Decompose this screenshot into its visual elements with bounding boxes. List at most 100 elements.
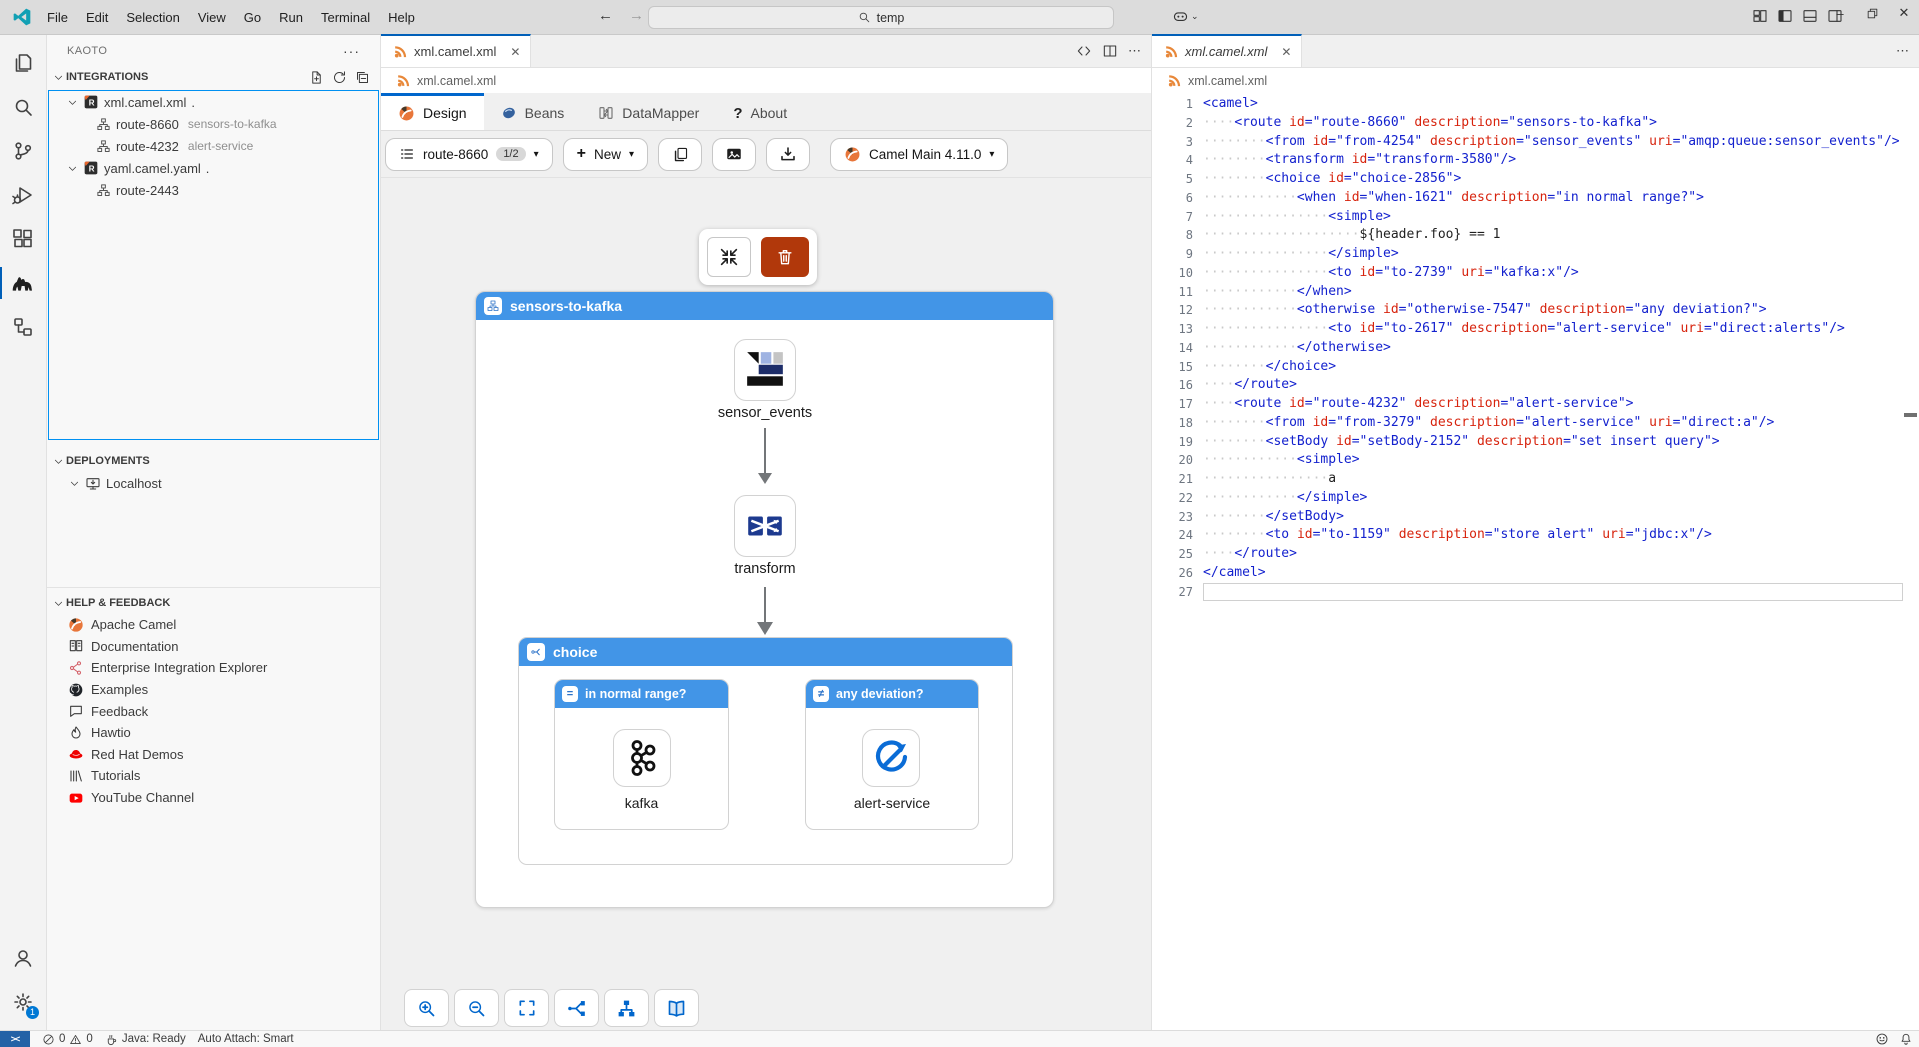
auto-attach-status[interactable]: Auto Attach: Smart — [198, 1033, 294, 1045]
tree-item-route-2443[interactable]: route-2443 — [49, 179, 378, 201]
branch-when[interactable]: =in normal range?kafka — [554, 679, 729, 830]
open-source-icon[interactable] — [1076, 43, 1092, 59]
code-line-3[interactable]: 3········<from id="from-4254" descriptio… — [1152, 133, 1919, 152]
copy-source-button[interactable] — [658, 138, 702, 171]
menu-help[interactable]: Help — [379, 7, 424, 28]
new-route-button[interactable]: + New ▾ — [563, 138, 648, 171]
branch-otherwise[interactable]: ≠any deviation?alert-service — [805, 679, 979, 830]
delete-node-button[interactable] — [761, 237, 809, 277]
editor-more-actions[interactable]: ⋯ — [1128, 43, 1141, 59]
choice-container-header[interactable]: choice — [519, 638, 1012, 666]
help-link-feedback[interactable]: Feedback — [47, 700, 380, 722]
copilot-menu[interactable]: ⌄ — [1172, 8, 1199, 25]
collapse-node-button[interactable] — [707, 237, 751, 277]
tab-xml-camel-xml-source[interactable]: xml.camel.xml ✕ — [1152, 34, 1302, 67]
code-line-5[interactable]: 5········<choice id="choice-2856"> — [1152, 170, 1919, 189]
minimize-button[interactable]: – — [1831, 6, 1849, 21]
close-tab-button[interactable]: ✕ — [1281, 45, 1291, 59]
menu-go[interactable]: Go — [235, 7, 270, 28]
menu-view[interactable]: View — [189, 7, 235, 28]
branch-header[interactable]: =in normal range? — [555, 680, 728, 708]
catalog-button[interactable] — [654, 989, 699, 1027]
code-line-19[interactable]: 19········<setBody id="setBody-2152" des… — [1152, 433, 1919, 452]
split-editor-icon[interactable] — [1102, 43, 1118, 59]
java-status[interactable]: Java: Ready — [105, 1033, 186, 1046]
code-line-27[interactable]: 27 — [1152, 583, 1919, 602]
activity-explorer[interactable] — [0, 41, 46, 85]
help-link-red-hat-demos[interactable]: Red Hat Demos — [47, 744, 380, 766]
collapse-all-button[interactable] — [355, 70, 370, 85]
nav-forward-button[interactable]: → — [629, 7, 644, 24]
code-line-24[interactable]: 24········<to id="to-1159" description="… — [1152, 526, 1919, 545]
code-line-13[interactable]: 13················<to id="to-2617" descr… — [1152, 320, 1919, 339]
kaoto-tab-beans[interactable]: Beans — [484, 93, 582, 130]
feedback-icon[interactable] — [1875, 1032, 1889, 1046]
help-link-enterprise-integration-explorer[interactable]: Enterprise Integration Explorer — [47, 657, 380, 679]
restore-button[interactable] — [1863, 7, 1881, 20]
menu-file[interactable]: File — [38, 7, 77, 28]
tree-item-xml.camel.xml[interactable]: Rxml.camel.xml . — [49, 91, 378, 113]
code-line-21[interactable]: 21················a — [1152, 470, 1919, 489]
tree-item-route-4232[interactable]: route-4232alert-service — [49, 135, 378, 157]
editor-more-actions[interactable]: ⋯ — [1896, 43, 1909, 59]
close-window-button[interactable]: ✕ — [1895, 5, 1913, 21]
node-transform[interactable] — [734, 495, 796, 557]
customize-layout-button[interactable] — [1752, 8, 1768, 24]
code-line-23[interactable]: 23········</setBody> — [1152, 508, 1919, 527]
code-line-9[interactable]: 9················</simple> — [1152, 245, 1919, 264]
help-link-apache-camel[interactable]: Apache Camel — [47, 614, 380, 636]
code-line-1[interactable]: 1<camel> — [1152, 95, 1919, 114]
tree-item-route-8660[interactable]: route-8660sensors-to-kafka — [49, 113, 378, 135]
menu-run[interactable]: Run — [270, 7, 312, 28]
kaoto-tab-datamapper[interactable]: DataMapper — [581, 93, 716, 130]
choice-container[interactable]: choice =in normal range?kafka ≠any deviat… — [518, 637, 1013, 865]
deployment-item-localhost[interactable]: Localhost — [47, 472, 380, 495]
activity-connections[interactable] — [0, 305, 46, 349]
activity-kaoto[interactable] — [0, 261, 46, 305]
close-tab-button[interactable]: ✕ — [510, 45, 520, 59]
activity-search[interactable] — [0, 85, 46, 129]
new-integration-button[interactable] — [309, 70, 324, 85]
zoom-in-button[interactable] — [404, 989, 449, 1027]
code-line-2[interactable]: 2····<route id="route-8660" description=… — [1152, 114, 1919, 133]
route-container[interactable]: sensors-to-kafka sensor_events transform — [475, 291, 1054, 908]
layout-horizontal-button[interactable] — [554, 989, 599, 1027]
code-line-8[interactable]: 8····················${header.foo} == 1 — [1152, 226, 1919, 245]
code-line-25[interactable]: 25····</route> — [1152, 545, 1919, 564]
activity-extensions[interactable] — [0, 217, 46, 261]
fit-to-screen-button[interactable] — [504, 989, 549, 1027]
menu-terminal[interactable]: Terminal — [312, 7, 379, 28]
nav-back-button[interactable]: ← — [598, 7, 613, 24]
route-selector-button[interactable]: route-8660 1/2 ▾ — [385, 138, 553, 171]
download-button[interactable] — [766, 138, 810, 171]
kaoto-canvas[interactable]: sensors-to-kafka sensor_events transform — [381, 178, 1151, 1030]
deployments-section-header[interactable]: DEPLOYMENTS — [47, 450, 380, 472]
help-link-tutorials[interactable]: Tutorials — [47, 765, 380, 787]
code-line-7[interactable]: 7················<simple> — [1152, 208, 1919, 227]
command-center-search[interactable]: temp — [648, 6, 1114, 29]
activity-accounts[interactable] — [0, 936, 46, 980]
code-line-26[interactable]: 26</camel> — [1152, 564, 1919, 583]
code-line-4[interactable]: 4········<transform id="transform-3580"/… — [1152, 151, 1919, 170]
activity-settings[interactable]: 1 — [0, 980, 46, 1024]
code-line-17[interactable]: 17····<route id="route-4232" description… — [1152, 395, 1919, 414]
notifications-bell-icon[interactable] — [1899, 1032, 1913, 1046]
code-line-22[interactable]: 22············</simple> — [1152, 489, 1919, 508]
help-link-youtube-channel[interactable]: YouTube Channel — [47, 787, 380, 809]
menu-selection[interactable]: Selection — [117, 7, 188, 28]
breadcrumb[interactable]: xml.camel.xml — [1152, 68, 1919, 93]
help-link-documentation[interactable]: Documentation — [47, 636, 380, 658]
code-line-20[interactable]: 20············<simple> — [1152, 451, 1919, 470]
node-kafka[interactable] — [613, 729, 671, 787]
node-alert-service[interactable] — [862, 729, 920, 787]
code-line-16[interactable]: 16····</route> — [1152, 376, 1919, 395]
sidebar-more-actions[interactable]: ··· — [343, 43, 360, 59]
node-sensor-events[interactable] — [734, 339, 796, 401]
help-link-hawtio[interactable]: Hawtio — [47, 722, 380, 744]
help-section-header[interactable]: HELP & FEEDBACK — [47, 592, 380, 614]
code-line-10[interactable]: 10················<to id="to-2739" uri="… — [1152, 264, 1919, 283]
layout-vertical-button[interactable] — [604, 989, 649, 1027]
branch-header[interactable]: ≠any deviation? — [806, 680, 978, 708]
tab-xml-camel-xml[interactable]: xml.camel.xml ✕ — [381, 34, 531, 67]
integrations-section-header[interactable]: INTEGRATIONS — [47, 66, 380, 88]
